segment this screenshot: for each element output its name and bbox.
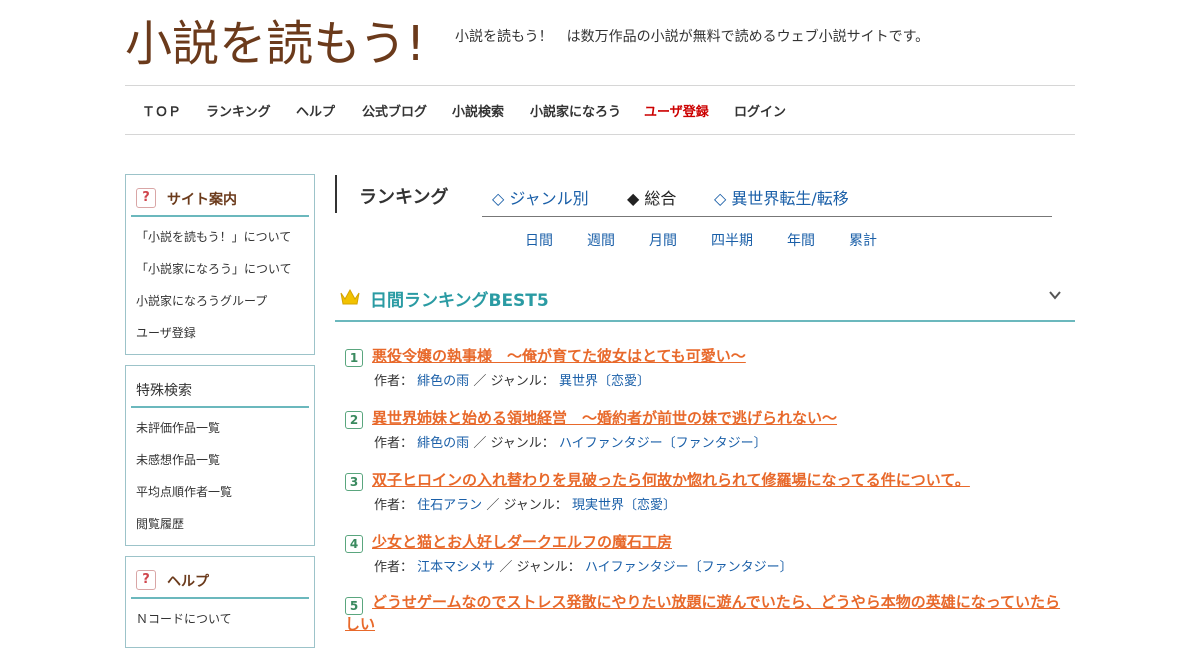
guide-link-narou-group[interactable]: 小説家になろうグループ	[126, 285, 314, 317]
novel-meta: 作者： 緋色の雨 ／ ジャンル： 異世界〔恋愛〕	[374, 370, 650, 389]
novel-meta: 作者： 江本マシメサ ／ ジャンル： ハイファンタジー〔ファンタジー〕	[374, 556, 793, 575]
novel-title-link[interactable]: 異世界姉妹と始める領地経営 ～婚約者が前世の妹で逃げられない～	[372, 407, 837, 428]
guide-link-user-register[interactable]: ユーザ登録	[126, 317, 314, 349]
nav-narou[interactable]: 小説家になろう	[530, 101, 621, 120]
help-title: ヘルプ	[167, 574, 209, 590]
special-link-unrated[interactable]: 未評価作品一覧	[126, 412, 314, 444]
special-search-box: 特殊検索 未評価作品一覧 未感想作品一覧 平均点順作者一覧 閲覧履歴	[125, 365, 315, 546]
special-link-avg-authors[interactable]: 平均点順作者一覧	[126, 476, 314, 508]
period-weekly[interactable]: 週間	[587, 230, 615, 250]
rank-number: 3	[345, 473, 363, 491]
nav-official-blog[interactable]: 公式ブログ	[362, 101, 427, 120]
daily-best5-header[interactable]: 日間ランキングBEST5	[335, 278, 1075, 322]
special-search-title: 特殊検索	[136, 383, 192, 399]
novel-title-link[interactable]: 悪役令嬢の執事様 ～俺が育てた彼女はとても可愛い～	[372, 345, 746, 366]
guide-link-about-narou[interactable]: 「小説家になろう」について	[126, 253, 314, 285]
author-label: 作者：	[374, 498, 414, 513]
nav-login[interactable]: ログイン	[734, 101, 786, 120]
author-link[interactable]: 江本マシメサ	[417, 560, 495, 575]
site-guide-box: ? サイト案内 「小説を読もう！」について 「小説家になろう」について 小説家に…	[125, 174, 315, 355]
special-link-history[interactable]: 閲覧履歴	[126, 508, 314, 540]
site-logo[interactable]: 小説を読もう!	[125, 10, 430, 72]
top-nav: ＴＯＰ ランキング ヘルプ 公式ブログ 小説検索 小説家になろう ユーザ登録 ロ…	[125, 85, 1075, 135]
genre-label: ／ ジャンル：	[473, 436, 555, 451]
nav-ranking[interactable]: ランキング	[206, 101, 271, 120]
tab-isekai[interactable]: ◇ 異世界転生/転移	[714, 185, 849, 209]
chevron-down-icon[interactable]	[1048, 288, 1062, 302]
site-tagline: 小説を読もう！ は数万作品の小説が無料で読めるウェブ小説サイトです。	[455, 29, 930, 45]
genre-label: ／ ジャンル：	[473, 374, 555, 389]
help-box: ? ヘルプ Ｎコードについて	[125, 556, 315, 648]
period-quarterly[interactable]: 四半期	[711, 230, 753, 250]
nav-help[interactable]: ヘルプ	[296, 101, 335, 120]
novel-title-link[interactable]: どうせゲームなのでストレス発散にやりたい放題に遊んでいたら、どうやら本物の英雄に…	[345, 591, 1070, 635]
author-link[interactable]: 緋色の雨	[417, 436, 469, 451]
genre-label: ／ ジャンル：	[499, 560, 581, 575]
crown-icon	[340, 288, 360, 305]
ranking-title: ランキング	[359, 187, 449, 208]
period-yearly[interactable]: 年間	[787, 230, 815, 250]
ranking-tabs: ◇ ジャンル別 ◆ 総合 ◇ 異世界転生/転移	[482, 175, 1052, 217]
author-link[interactable]: 緋色の雨	[417, 374, 469, 389]
author-label: 作者：	[374, 560, 414, 575]
author-label: 作者：	[374, 374, 414, 389]
special-search-header: 特殊検索	[131, 366, 309, 408]
period-total[interactable]: 累計	[849, 230, 877, 250]
genre-link[interactable]: ハイファンタジー〔ファンタジー〕	[559, 436, 767, 451]
rank-number: 1	[345, 349, 363, 367]
site-guide-header: ? サイト案内	[131, 175, 309, 217]
author-link[interactable]: 住石アラン	[417, 498, 482, 513]
question-icon: ?	[136, 570, 156, 590]
rank-number: 4	[345, 535, 363, 553]
period-monthly[interactable]: 月間	[649, 230, 677, 250]
genre-label: ／ ジャンル：	[486, 498, 568, 513]
novel-meta: 作者： 住石アラン ／ ジャンル： 現実世界〔恋愛〕	[374, 494, 676, 513]
nav-novel-search[interactable]: 小説検索	[452, 101, 504, 120]
special-link-no-review[interactable]: 未感想作品一覧	[126, 444, 314, 476]
daily-best5-label: 日間ランキングBEST5	[370, 291, 549, 311]
novel-title-link[interactable]: 少女と猫とお人好しダークエルフの魔石工房	[372, 531, 672, 552]
novel-meta: 作者： 緋色の雨 ／ ジャンル： ハイファンタジー〔ファンタジー〕	[374, 432, 767, 451]
nav-user-register[interactable]: ユーザ登録	[644, 101, 709, 120]
nav-top[interactable]: ＴＯＰ	[142, 101, 181, 120]
novel-title-link[interactable]: 双子ヒロインの入れ替わりを見破ったら何故か惚れられて修羅場になってる件について。	[372, 469, 970, 490]
author-label: 作者：	[374, 436, 414, 451]
site-guide-title: サイト案内	[167, 192, 237, 208]
genre-link[interactable]: 現実世界〔恋愛〕	[572, 498, 676, 513]
logo-text: 小説を読もう!	[125, 16, 425, 72]
help-header: ? ヘルプ	[131, 557, 309, 599]
tab-genre[interactable]: ◇ ジャンル別	[492, 185, 589, 209]
ranking-heading: ランキング	[335, 175, 448, 213]
question-icon: ?	[136, 188, 156, 208]
period-daily[interactable]: 日間	[525, 230, 553, 250]
genre-link[interactable]: 異世界〔恋愛〕	[559, 374, 650, 389]
rank-number: 2	[345, 411, 363, 429]
genre-link[interactable]: ハイファンタジー〔ファンタジー〕	[585, 560, 793, 575]
help-link-ncode[interactable]: Ｎコードについて	[126, 603, 314, 635]
tab-overall[interactable]: ◆ 総合	[627, 185, 676, 209]
guide-link-about-yomou[interactable]: 「小説を読もう！」について	[126, 221, 314, 253]
